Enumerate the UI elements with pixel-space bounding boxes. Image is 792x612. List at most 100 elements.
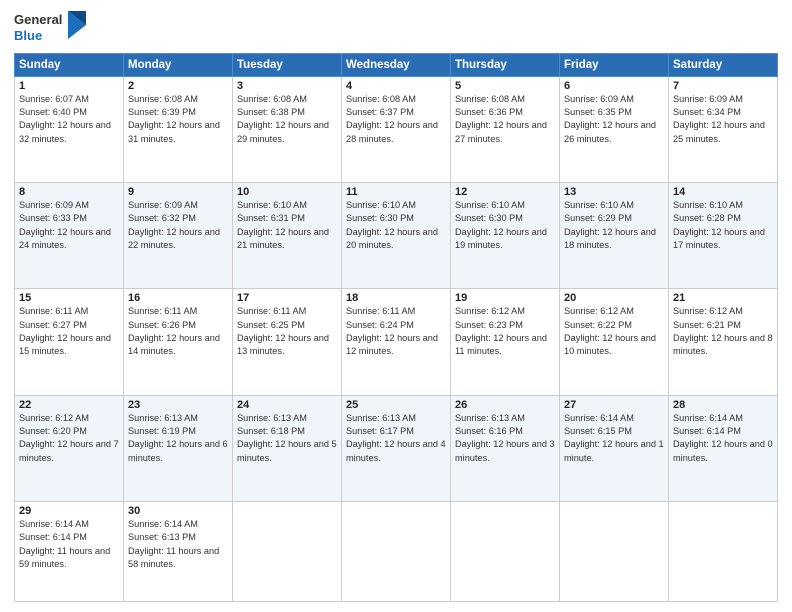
day-info: Sunrise: 6:14 AM Sunset: 6:15 PM Dayligh… [564, 412, 664, 465]
calendar-day-cell [233, 501, 342, 601]
calendar-day-cell: 2 Sunrise: 6:08 AM Sunset: 6:39 PM Dayli… [124, 76, 233, 182]
calendar-day-cell: 7 Sunrise: 6:09 AM Sunset: 6:34 PM Dayli… [669, 76, 778, 182]
day-info: Sunrise: 6:11 AM Sunset: 6:26 PM Dayligh… [128, 305, 228, 358]
day-info: Sunrise: 6:08 AM Sunset: 6:36 PM Dayligh… [455, 93, 555, 146]
day-number: 24 [237, 399, 337, 411]
calendar-day-cell [342, 501, 451, 601]
day-number: 6 [564, 80, 664, 92]
day-info: Sunrise: 6:12 AM Sunset: 6:22 PM Dayligh… [564, 305, 664, 358]
calendar-day-cell [451, 501, 560, 601]
day-info: Sunrise: 6:12 AM Sunset: 6:21 PM Dayligh… [673, 305, 773, 358]
day-number: 13 [564, 186, 664, 198]
day-info: Sunrise: 6:14 AM Sunset: 6:14 PM Dayligh… [673, 412, 773, 465]
day-number: 14 [673, 186, 773, 198]
day-info: Sunrise: 6:09 AM Sunset: 6:32 PM Dayligh… [128, 199, 228, 252]
day-info: Sunrise: 6:07 AM Sunset: 6:40 PM Dayligh… [19, 93, 119, 146]
day-number: 1 [19, 80, 119, 92]
calendar-day-cell [560, 501, 669, 601]
day-info: Sunrise: 6:10 AM Sunset: 6:30 PM Dayligh… [455, 199, 555, 252]
calendar-day-cell: 12 Sunrise: 6:10 AM Sunset: 6:30 PM Dayl… [451, 182, 560, 288]
day-number: 18 [346, 292, 446, 304]
day-number: 2 [128, 80, 228, 92]
calendar-day-cell: 22 Sunrise: 6:12 AM Sunset: 6:20 PM Dayl… [15, 395, 124, 501]
day-number: 17 [237, 292, 337, 304]
day-number: 4 [346, 80, 446, 92]
day-info: Sunrise: 6:11 AM Sunset: 6:25 PM Dayligh… [237, 305, 337, 358]
day-number: 19 [455, 292, 555, 304]
day-info: Sunrise: 6:11 AM Sunset: 6:27 PM Dayligh… [19, 305, 119, 358]
day-info: Sunrise: 6:09 AM Sunset: 6:35 PM Dayligh… [564, 93, 664, 146]
calendar-week-row: 15 Sunrise: 6:11 AM Sunset: 6:27 PM Dayl… [15, 289, 778, 395]
calendar-table: SundayMondayTuesdayWednesdayThursdayFrid… [14, 53, 778, 603]
calendar-header-thursday: Thursday [451, 53, 560, 76]
day-number: 5 [455, 80, 555, 92]
calendar-day-cell [669, 501, 778, 601]
calendar-header-tuesday: Tuesday [233, 53, 342, 76]
calendar-day-cell: 28 Sunrise: 6:14 AM Sunset: 6:14 PM Dayl… [669, 395, 778, 501]
calendar-week-row: 8 Sunrise: 6:09 AM Sunset: 6:33 PM Dayli… [15, 182, 778, 288]
calendar-day-cell: 15 Sunrise: 6:11 AM Sunset: 6:27 PM Dayl… [15, 289, 124, 395]
day-number: 9 [128, 186, 228, 198]
day-info: Sunrise: 6:13 AM Sunset: 6:16 PM Dayligh… [455, 412, 555, 465]
day-number: 23 [128, 399, 228, 411]
calendar-day-cell: 25 Sunrise: 6:13 AM Sunset: 6:17 PM Dayl… [342, 395, 451, 501]
calendar-day-cell: 11 Sunrise: 6:10 AM Sunset: 6:30 PM Dayl… [342, 182, 451, 288]
day-info: Sunrise: 6:13 AM Sunset: 6:19 PM Dayligh… [128, 412, 228, 465]
day-number: 26 [455, 399, 555, 411]
calendar-day-cell: 24 Sunrise: 6:13 AM Sunset: 6:18 PM Dayl… [233, 395, 342, 501]
calendar-day-cell: 27 Sunrise: 6:14 AM Sunset: 6:15 PM Dayl… [560, 395, 669, 501]
calendar-day-cell: 6 Sunrise: 6:09 AM Sunset: 6:35 PM Dayli… [560, 76, 669, 182]
calendar-header-monday: Monday [124, 53, 233, 76]
calendar-day-cell: 10 Sunrise: 6:10 AM Sunset: 6:31 PM Dayl… [233, 182, 342, 288]
day-info: Sunrise: 6:14 AM Sunset: 6:14 PM Dayligh… [19, 518, 119, 571]
logo: General Blue [14, 12, 86, 45]
day-info: Sunrise: 6:14 AM Sunset: 6:13 PM Dayligh… [128, 518, 228, 571]
calendar-day-cell: 17 Sunrise: 6:11 AM Sunset: 6:25 PM Dayl… [233, 289, 342, 395]
calendar-day-cell: 14 Sunrise: 6:10 AM Sunset: 6:28 PM Dayl… [669, 182, 778, 288]
day-number: 10 [237, 186, 337, 198]
day-number: 8 [19, 186, 119, 198]
day-info: Sunrise: 6:12 AM Sunset: 6:23 PM Dayligh… [455, 305, 555, 358]
calendar-week-row: 22 Sunrise: 6:12 AM Sunset: 6:20 PM Dayl… [15, 395, 778, 501]
calendar-day-cell: 16 Sunrise: 6:11 AM Sunset: 6:26 PM Dayl… [124, 289, 233, 395]
day-number: 12 [455, 186, 555, 198]
calendar-week-row: 29 Sunrise: 6:14 AM Sunset: 6:14 PM Dayl… [15, 501, 778, 601]
day-number: 29 [19, 505, 119, 517]
day-info: Sunrise: 6:08 AM Sunset: 6:38 PM Dayligh… [237, 93, 337, 146]
calendar-day-cell: 8 Sunrise: 6:09 AM Sunset: 6:33 PM Dayli… [15, 182, 124, 288]
day-number: 7 [673, 80, 773, 92]
calendar-header-row: SundayMondayTuesdayWednesdayThursdayFrid… [15, 53, 778, 76]
calendar-day-cell: 20 Sunrise: 6:12 AM Sunset: 6:22 PM Dayl… [560, 289, 669, 395]
day-info: Sunrise: 6:09 AM Sunset: 6:34 PM Dayligh… [673, 93, 773, 146]
day-info: Sunrise: 6:10 AM Sunset: 6:28 PM Dayligh… [673, 199, 773, 252]
day-number: 30 [128, 505, 228, 517]
day-info: Sunrise: 6:08 AM Sunset: 6:39 PM Dayligh… [128, 93, 228, 146]
calendar-day-cell: 13 Sunrise: 6:10 AM Sunset: 6:29 PM Dayl… [560, 182, 669, 288]
day-info: Sunrise: 6:13 AM Sunset: 6:18 PM Dayligh… [237, 412, 337, 465]
calendar-day-cell: 29 Sunrise: 6:14 AM Sunset: 6:14 PM Dayl… [15, 501, 124, 601]
calendar-day-cell: 18 Sunrise: 6:11 AM Sunset: 6:24 PM Dayl… [342, 289, 451, 395]
calendar-day-cell: 30 Sunrise: 6:14 AM Sunset: 6:13 PM Dayl… [124, 501, 233, 601]
day-number: 25 [346, 399, 446, 411]
calendar-header-friday: Friday [560, 53, 669, 76]
day-number: 21 [673, 292, 773, 304]
calendar-day-cell: 19 Sunrise: 6:12 AM Sunset: 6:23 PM Dayl… [451, 289, 560, 395]
day-number: 28 [673, 399, 773, 411]
top-section: General Blue [14, 12, 778, 45]
calendar-day-cell: 23 Sunrise: 6:13 AM Sunset: 6:19 PM Dayl… [124, 395, 233, 501]
logo-general: General [14, 12, 62, 28]
day-info: Sunrise: 6:13 AM Sunset: 6:17 PM Dayligh… [346, 412, 446, 465]
day-number: 3 [237, 80, 337, 92]
day-number: 11 [346, 186, 446, 198]
logo-arrow-icon [68, 11, 86, 39]
day-number: 27 [564, 399, 664, 411]
calendar-day-cell: 5 Sunrise: 6:08 AM Sunset: 6:36 PM Dayli… [451, 76, 560, 182]
calendar-day-cell: 1 Sunrise: 6:07 AM Sunset: 6:40 PM Dayli… [15, 76, 124, 182]
logo-blue: Blue [14, 28, 62, 44]
calendar-header-sunday: Sunday [15, 53, 124, 76]
calendar-header-saturday: Saturday [669, 53, 778, 76]
day-number: 22 [19, 399, 119, 411]
calendar-day-cell: 21 Sunrise: 6:12 AM Sunset: 6:21 PM Dayl… [669, 289, 778, 395]
day-number: 20 [564, 292, 664, 304]
day-info: Sunrise: 6:11 AM Sunset: 6:24 PM Dayligh… [346, 305, 446, 358]
